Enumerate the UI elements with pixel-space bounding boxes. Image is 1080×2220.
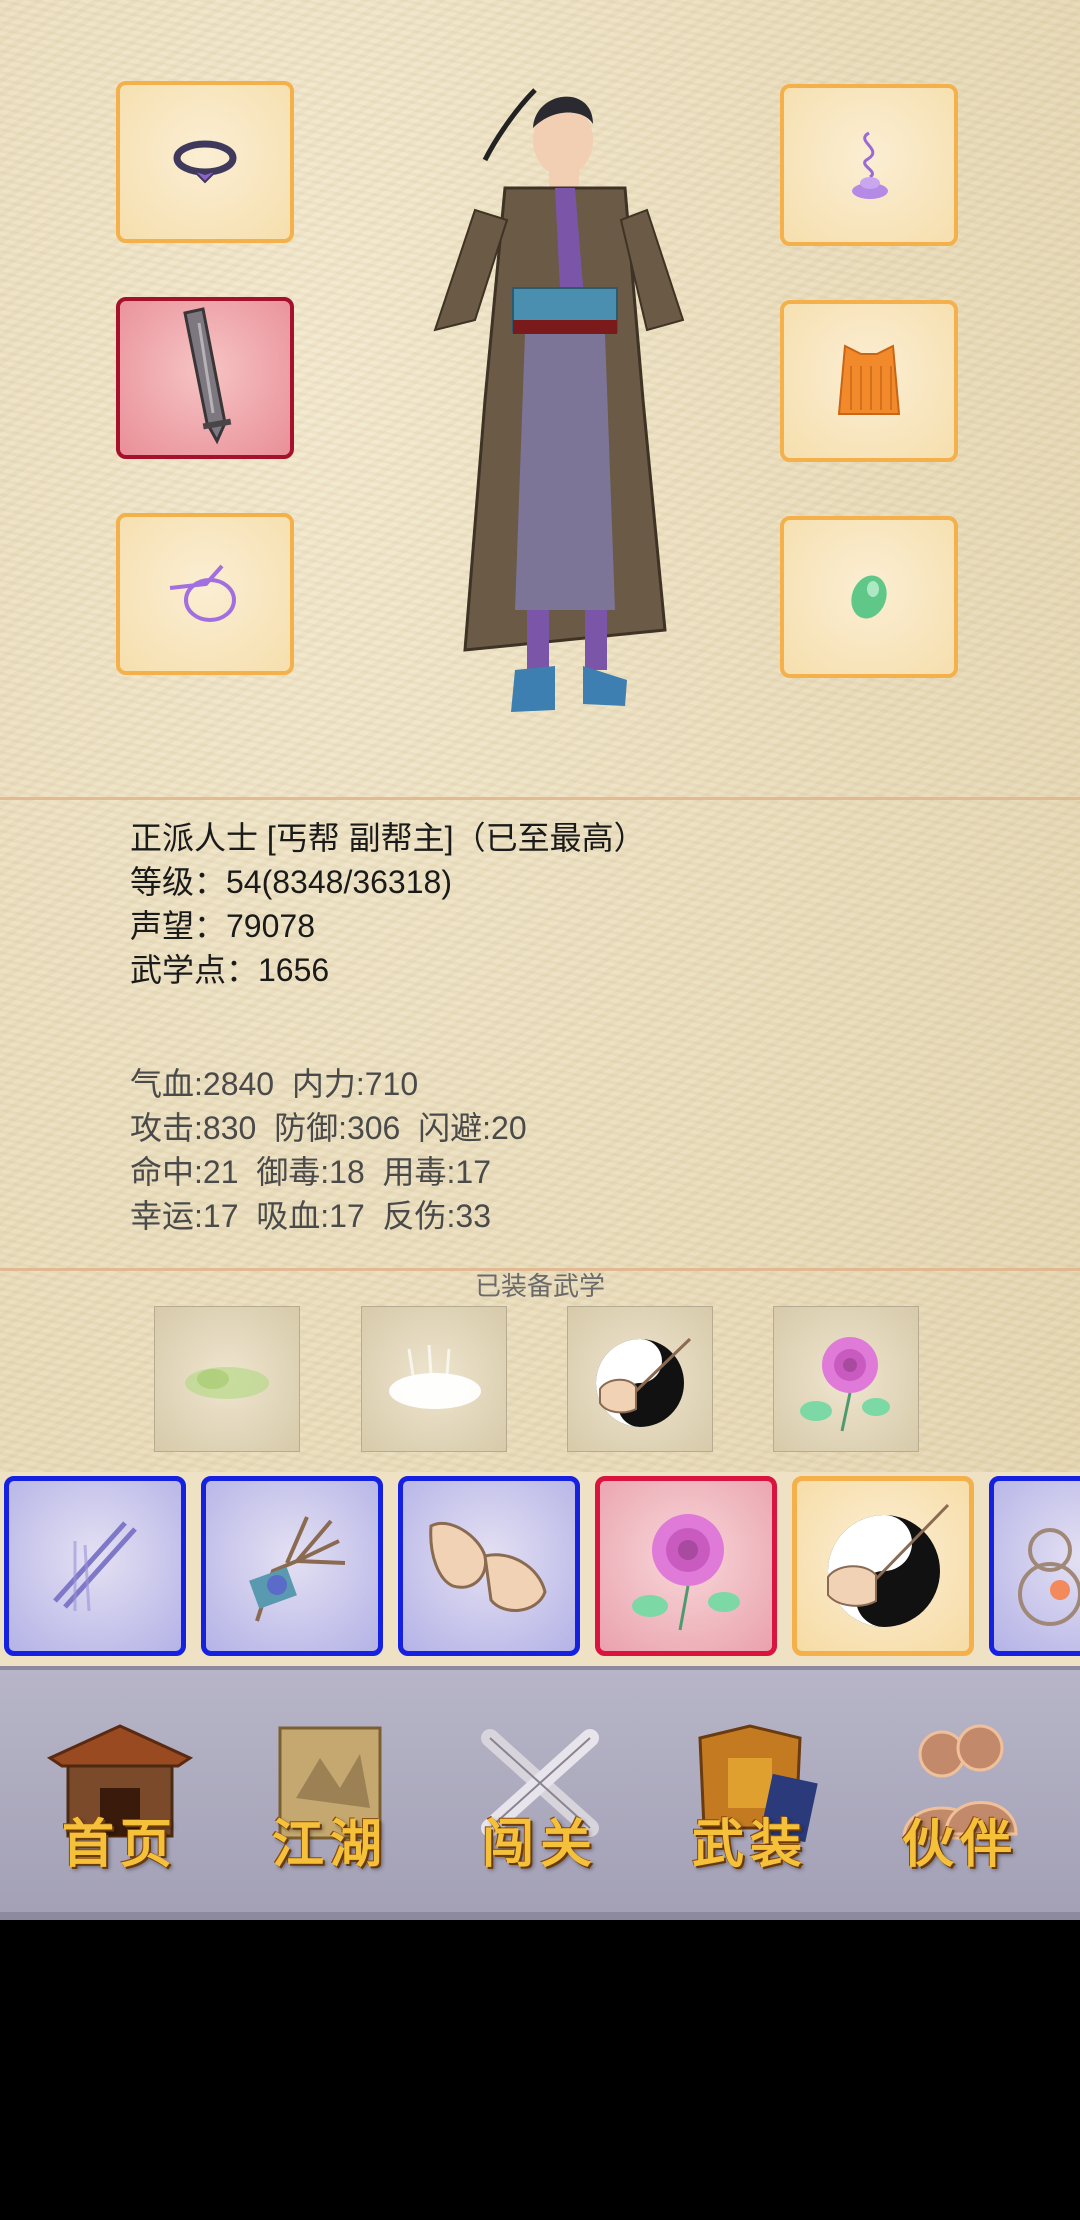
- equipped-skill-2[interactable]: [361, 1306, 507, 1452]
- equipped-skill-4[interactable]: [773, 1306, 919, 1452]
- ring-icon: [173, 140, 237, 184]
- equip-slot-weapon[interactable]: [116, 297, 294, 459]
- nav-equipment[interactable]: 武装: [660, 1718, 840, 1888]
- skill-card-2[interactable]: [201, 1476, 383, 1656]
- bottom-nav: 首页 江湖 闯关 武装 伙伴: [0, 1666, 1080, 1920]
- profile-fame: 声望：79078: [130, 908, 315, 944]
- equip-slot-pendant[interactable]: [116, 513, 294, 675]
- equipped-skill-1[interactable]: [154, 1306, 300, 1452]
- nav-equipment-label: 武装: [691, 1814, 808, 1875]
- nav-jianghu[interactable]: 江湖: [240, 1718, 420, 1888]
- equip-slot-armor[interactable]: [780, 300, 958, 462]
- skill-card-6[interactable]: [989, 1476, 1080, 1656]
- stats-row-3: 命中:21 御毒:18 用毒:17: [130, 1154, 492, 1190]
- character-screen: 正派人士 [丐帮 副帮主]（已至最高） 等级：54(8348/36318) 声望…: [0, 0, 1080, 1920]
- armor-icon: [837, 344, 901, 415]
- character-portrait: [433, 88, 685, 712]
- profile-martial-points: 武学点：1656: [130, 952, 330, 988]
- stats-row-4: 幸运:17 吸血:17 反伤:33: [130, 1198, 492, 1234]
- skill-card-1[interactable]: [4, 1476, 186, 1656]
- stats-row-1: 气血:2840 内力:710: [130, 1066, 419, 1102]
- skill-card-4[interactable]: [595, 1476, 777, 1656]
- jade-icon: [851, 575, 887, 619]
- skill-card-5[interactable]: [792, 1476, 974, 1656]
- fist-icon: [429, 1521, 547, 1612]
- stats-row-2: 攻击:830 防御:306 闪避:20: [130, 1110, 527, 1146]
- nav-home[interactable]: 首页: [30, 1718, 210, 1888]
- white-cloud-icon: [389, 1344, 481, 1409]
- nav-challenge[interactable]: 闯关: [450, 1718, 630, 1888]
- taiji-fist-icon: [596, 1337, 692, 1427]
- stats-panel: 气血:2840 内力:710 攻击:830 防御:306 闪避:20 命中:21…: [130, 1062, 527, 1238]
- nav-challenge-label: 闯关: [481, 1814, 598, 1875]
- equipped-skills-label: 已装备武学: [474, 1271, 605, 1301]
- system-bottom-area: [0, 1920, 1080, 2220]
- incense-icon: [852, 131, 888, 199]
- equip-slot-incense[interactable]: [780, 84, 958, 246]
- nav-partners-label: 伙伴: [901, 1814, 1018, 1875]
- nav-bottom-edge: [0, 1912, 1080, 1920]
- divider-top: [0, 797, 1080, 800]
- taiji-fist-icon: [827, 1503, 950, 1627]
- gourd-icon: [1018, 1528, 1080, 1626]
- profile-info: 正派人士 [丐帮 副帮主]（已至最高） 等级：54(8348/36318) 声望…: [130, 816, 646, 992]
- profile-title: 正派人士 [丐帮 副帮主]（已至最高）: [130, 820, 646, 856]
- rose-icon: [632, 1514, 740, 1631]
- rose-icon: [800, 1337, 890, 1432]
- nav-home-label: 首页: [61, 1814, 178, 1875]
- equip-slot-jade[interactable]: [780, 516, 958, 678]
- nav-partners[interactable]: 伙伴: [870, 1718, 1050, 1888]
- claw-hand-icon: [249, 1516, 346, 1622]
- equipped-skill-3[interactable]: [567, 1306, 713, 1452]
- green-mist-icon: [185, 1367, 269, 1399]
- profile-level: 等级：54(8348/36318): [130, 864, 452, 900]
- equip-slot-ring[interactable]: [116, 81, 294, 243]
- pendant-icon: [169, 564, 236, 622]
- skill-card-3[interactable]: [398, 1476, 580, 1656]
- nav-jianghu-label: 江湖: [271, 1814, 388, 1875]
- sword-icon: [183, 307, 232, 445]
- chopsticks-icon: [53, 1521, 137, 1612]
